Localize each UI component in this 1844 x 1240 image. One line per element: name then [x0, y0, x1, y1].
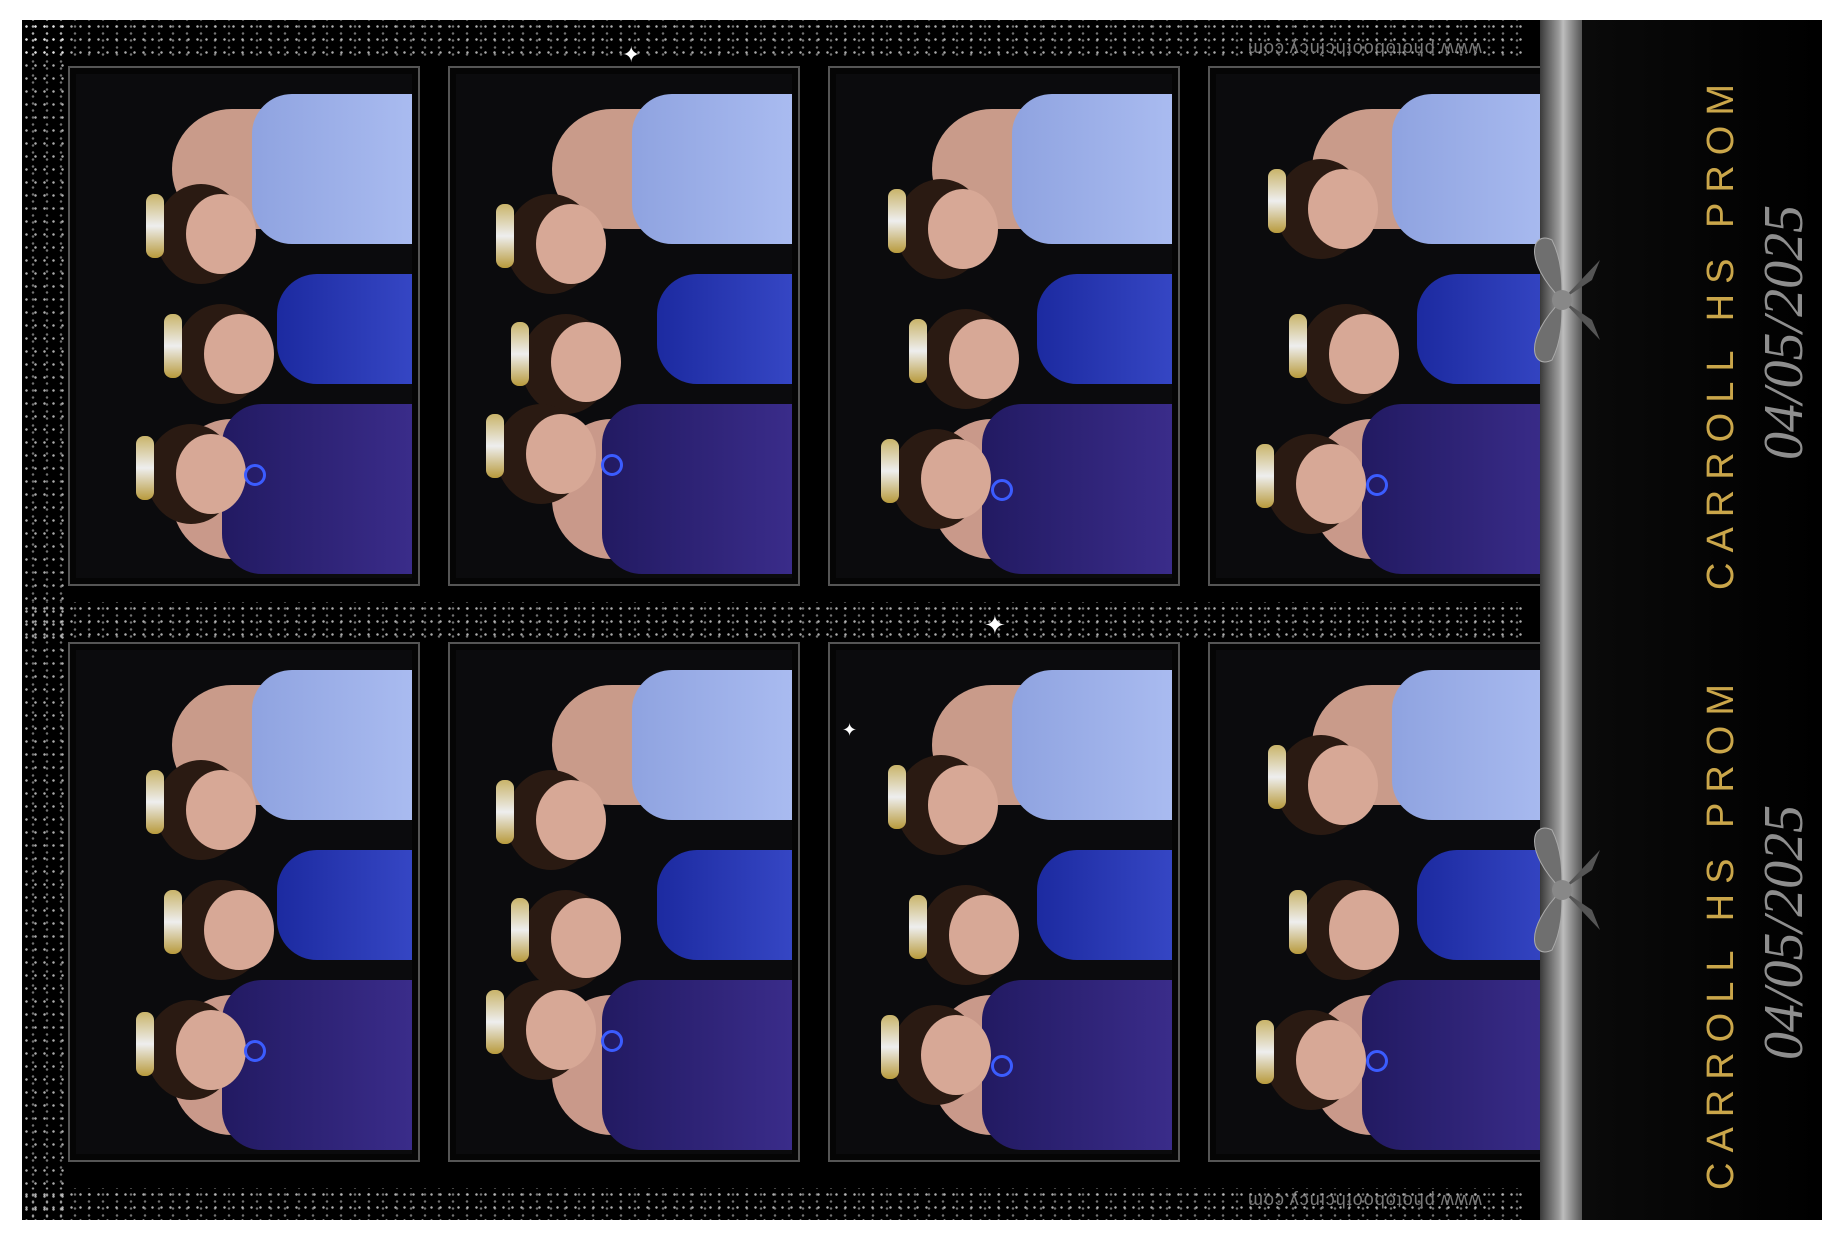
headphone-glow: [601, 454, 623, 476]
event-title: CARROLL HS PROM: [1700, 674, 1742, 1190]
photo: [456, 650, 792, 1154]
photo: [836, 650, 1172, 1154]
headphone-glow: [244, 1040, 266, 1062]
photo-frame: [68, 66, 420, 586]
photo: [1216, 74, 1552, 578]
event-date: 04/05/2025: [1753, 804, 1815, 1060]
headphone-glow: [991, 479, 1013, 501]
headphone-glow: [244, 464, 266, 486]
title-panel-top: CARROLL HS PROM 04/05/2025: [1582, 20, 1822, 620]
photo: [76, 650, 412, 1154]
title-panel-bottom: CARROLL HS PROM 04/05/2025: [1582, 620, 1822, 1220]
photo-frame: [1208, 66, 1560, 586]
headphone-glow: [991, 1055, 1013, 1077]
photo-frame: [1208, 642, 1560, 1162]
headphone-glow: [1366, 474, 1388, 496]
ribbon-bow-icon: [1534, 827, 1600, 953]
website-watermark-top: www.photoboothcincy.com: [1247, 39, 1482, 59]
sparkle-icon: ✦: [622, 42, 641, 67]
photo: [1216, 650, 1552, 1154]
headphone-glow: [1366, 1050, 1388, 1072]
headphone-glow: [601, 1030, 623, 1052]
photo-frame: [448, 66, 800, 586]
sparkle-icon: ✦: [842, 720, 858, 740]
ribbon-bow-icon: [1534, 237, 1600, 363]
photo-strip-sheet: www.photoboothcincy.com www.photoboothci…: [22, 20, 1822, 1220]
photo-frame: [448, 642, 800, 1162]
website-watermark-bottom: www.photoboothcincy.com: [1247, 1191, 1482, 1211]
sparkle-middle-band: [22, 602, 1522, 638]
photo-frame: [68, 642, 420, 1162]
event-date: 04/05/2025: [1753, 204, 1815, 460]
photo: [836, 74, 1172, 578]
photo-frame: [828, 66, 1180, 586]
photo-frame: [828, 642, 1180, 1162]
sparkle-icon: ✦: [984, 610, 1006, 640]
event-title: CARROLL HS PROM: [1700, 74, 1742, 590]
photo: [456, 74, 792, 578]
photo: [76, 74, 412, 578]
